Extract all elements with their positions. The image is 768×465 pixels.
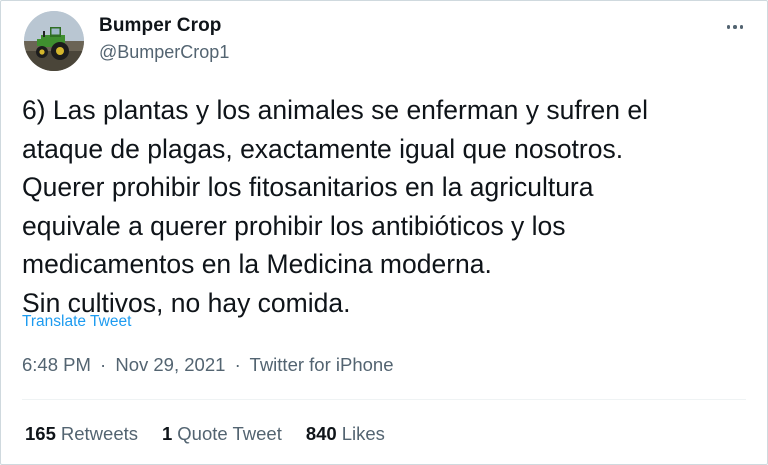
quotes-label: Quote Tweet (177, 423, 282, 444)
tweet-card: Bumper Crop @BumperCrop1 6) Las plantas … (0, 0, 768, 465)
tweet-text: 6) Las plantas y los animales se enferma… (22, 91, 752, 322)
tweet-text-line: Querer prohibir los fitosanitarios en la… (22, 172, 594, 202)
likes-count: 840 (305, 423, 337, 444)
display-name[interactable]: Bumper Crop (99, 15, 222, 37)
likes-label: Likes (341, 423, 385, 444)
retweets-label: Retweets (60, 423, 138, 444)
retweets-stat[interactable]: 165 Retweets (25, 423, 138, 445)
meta-separator: · (234, 354, 241, 375)
avatar[interactable] (24, 11, 84, 71)
retweets-count: 165 (25, 423, 56, 444)
meta-separator: · (100, 354, 107, 375)
likes-stat[interactable]: 840 Likes (306, 423, 385, 445)
divider (22, 399, 746, 400)
tweet-time[interactable]: 6:48 PM (22, 354, 91, 375)
quotes-count: 1 (162, 423, 173, 444)
tweet-text-line: medicamentos en la Medicina moderna. (22, 249, 492, 279)
tractor-icon (24, 11, 84, 71)
user-handle[interactable]: @BumperCrop1 (99, 42, 229, 63)
tweet-date[interactable]: Nov 29, 2021 (115, 354, 225, 375)
translate-tweet-link[interactable]: Translate Tweet (22, 313, 131, 331)
more-options-button[interactable] (719, 13, 751, 41)
tweet-text-line: equivale a querer prohibir los antibióti… (22, 210, 566, 241)
tweet-stats: 165 Retweets 1 Quote Tweet 840 Likes (25, 423, 409, 445)
more-options-icon-dot (733, 25, 737, 29)
tweet-meta: 6:48 PM · Nov 29, 2021 · Twitter for iPh… (22, 354, 394, 376)
tweet-text-line: 6) Las plantas y los animales se enferma… (22, 95, 649, 125)
quote-tweets-stat[interactable]: 1 Quote Tweet (162, 423, 282, 445)
more-options-icon-dot (739, 25, 744, 29)
tweet-source[interactable]: Twitter for iPhone (250, 354, 394, 375)
more-options-icon (726, 25, 731, 29)
tweet-text-line: ataque de plagas, exactamente igual que … (22, 133, 624, 164)
tweet-text-line: Sin cultivos, no hay comida. (22, 287, 351, 318)
